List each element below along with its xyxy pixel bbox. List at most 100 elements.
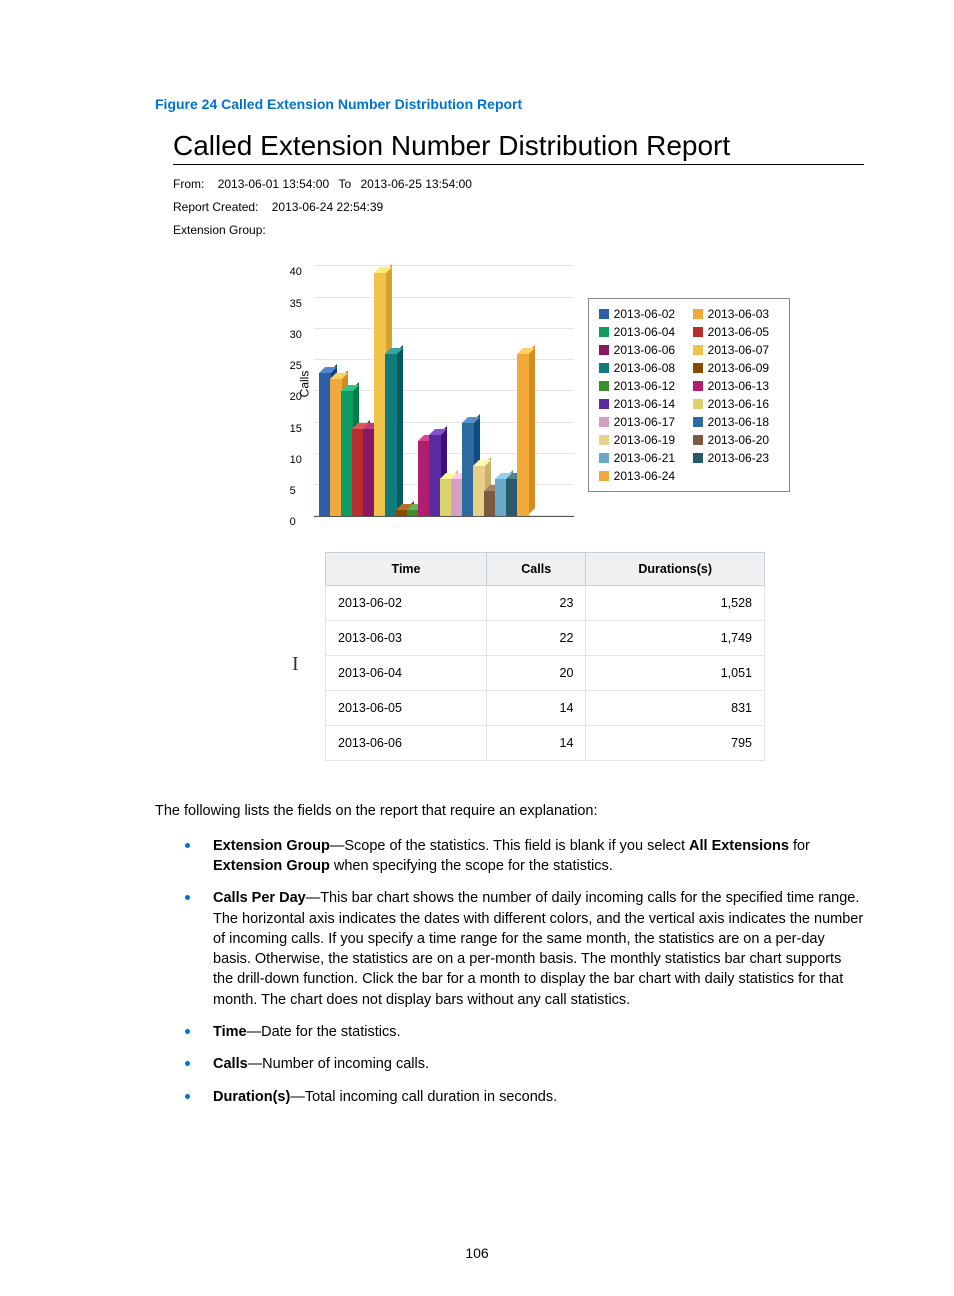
cell-duration: 1,528	[586, 586, 765, 621]
to-value: 2013-06-25 13:54:00	[361, 177, 472, 191]
table-body: 2013-06-02231,5282013-06-03221,7492013-0…	[326, 586, 765, 761]
legend-label: 2013-06-03	[708, 307, 769, 321]
text-cursor-icon: I	[292, 653, 299, 676]
chart-bar[interactable]	[517, 354, 529, 517]
cell-duration: 831	[586, 691, 765, 726]
legend-item: 2013-06-02	[599, 307, 685, 321]
table-row: 2013-06-0614795	[326, 726, 765, 761]
y-tick: 30	[290, 329, 302, 341]
y-tick: 10	[290, 454, 302, 466]
y-tick: 5	[290, 485, 296, 497]
y-tick: 20	[290, 391, 302, 403]
legend-item: 2013-06-16	[693, 397, 779, 411]
y-tick: 0	[290, 516, 296, 528]
report-title: Called Extension Number Distribution Rep…	[173, 130, 864, 162]
field-text: —Date for the statistics.	[247, 1024, 401, 1040]
field-term: Duration(s)	[213, 1089, 290, 1105]
title-rule	[173, 164, 864, 165]
legend-label: 2013-06-23	[708, 451, 769, 465]
legend-swatch	[599, 309, 609, 319]
legend-swatch	[599, 381, 609, 391]
cell-calls: 20	[487, 656, 586, 691]
table-header-cell: Time	[326, 553, 487, 586]
bar-chart[interactable]: 0510152025303540	[314, 266, 574, 517]
table-row: 2013-06-02231,528	[326, 586, 765, 621]
legend-item: 2013-06-23	[693, 451, 779, 465]
created-value: 2013-06-24 22:54:39	[272, 200, 383, 214]
field-term: Calls Per Day	[213, 890, 306, 906]
legend-item: 2013-06-06	[599, 343, 685, 357]
fields-list: Extension Group—Scope of the statistics.…	[155, 836, 864, 1107]
legend-item: 2013-06-03	[693, 307, 779, 321]
from-value: 2013-06-01 13:54:00	[218, 177, 329, 191]
description-intro: The following lists the fields on the re…	[155, 801, 864, 821]
legend-label: 2013-06-18	[708, 415, 769, 429]
document-page: Figure 24 Called Extension Number Distri…	[0, 0, 954, 1296]
legend-swatch	[693, 435, 703, 445]
report-meta: From: 2013-06-01 13:54:00 To 2013-06-25 …	[173, 173, 864, 241]
data-table: TimeCallsDurations(s) 2013-06-02231,5282…	[325, 552, 765, 761]
chart-bar[interactable]	[385, 354, 397, 517]
page-number: 106	[0, 1245, 954, 1261]
to-label: To	[338, 177, 351, 191]
legend-swatch	[599, 471, 609, 481]
legend-label: 2013-06-09	[708, 361, 769, 375]
legend-item: 2013-06-07	[693, 343, 779, 357]
created-label: Report Created:	[173, 200, 258, 214]
legend-item: 2013-06-20	[693, 433, 779, 447]
field-item: Duration(s)—Total incoming call duration…	[155, 1087, 864, 1107]
legend-item: 2013-06-13	[693, 379, 779, 393]
legend-label: 2013-06-20	[708, 433, 769, 447]
chart-block: Calls 0510152025303540 2013-06-022013-06…	[291, 266, 864, 517]
legend-swatch	[599, 327, 609, 337]
cell-duration: 795	[586, 726, 765, 761]
legend-label: 2013-06-08	[614, 361, 675, 375]
cell-duration: 1,051	[586, 656, 765, 691]
legend-label: 2013-06-12	[614, 379, 675, 393]
legend-swatch	[693, 453, 703, 463]
legend-swatch	[599, 435, 609, 445]
field-item: Calls—Number of incoming calls.	[155, 1054, 864, 1074]
field-item: Extension Group—Scope of the statistics.…	[155, 836, 864, 877]
legend-item: 2013-06-14	[599, 397, 685, 411]
legend-label: 2013-06-17	[614, 415, 675, 429]
table-header-row: TimeCallsDurations(s)	[326, 553, 765, 586]
field-term: Calls	[213, 1056, 248, 1072]
field-text: —This bar chart shows the number of dail…	[213, 890, 863, 1007]
y-tick: 40	[290, 266, 302, 278]
legend-item: 2013-06-04	[599, 325, 685, 339]
cell-calls: 23	[487, 586, 586, 621]
figure-caption: Figure 24 Called Extension Number Distri…	[155, 96, 864, 112]
legend-item: 2013-06-09	[693, 361, 779, 375]
table-header-cell: Calls	[487, 553, 586, 586]
legend-item: 2013-06-24	[599, 469, 685, 483]
description-section: The following lists the fields on the re…	[155, 801, 864, 1107]
legend-item: 2013-06-18	[693, 415, 779, 429]
legend-label: 2013-06-14	[614, 397, 675, 411]
ext-group-label: Extension Group:	[173, 223, 266, 237]
cell-calls: 14	[487, 691, 586, 726]
field-term: Time	[213, 1024, 247, 1040]
cell-calls: 14	[487, 726, 586, 761]
y-tick: 35	[290, 298, 302, 310]
legend-item: 2013-06-19	[599, 433, 685, 447]
legend-swatch	[599, 453, 609, 463]
field-item: Calls Per Day—This bar chart shows the n…	[155, 888, 864, 1010]
legend-swatch	[693, 309, 703, 319]
legend-swatch	[693, 417, 703, 427]
legend-swatch	[693, 327, 703, 337]
legend-swatch	[693, 381, 703, 391]
legend-item: 2013-06-08	[599, 361, 685, 375]
legend-item: 2013-06-12	[599, 379, 685, 393]
legend-swatch	[599, 363, 609, 373]
legend-label: 2013-06-02	[614, 307, 675, 321]
cell-time: 2013-06-04	[326, 656, 487, 691]
legend-item: 2013-06-21	[599, 451, 685, 465]
cell-time: 2013-06-02	[326, 586, 487, 621]
field-term: Extension Group	[213, 838, 330, 854]
legend-label: 2013-06-05	[708, 325, 769, 339]
cell-time: 2013-06-03	[326, 621, 487, 656]
legend-label: 2013-06-13	[708, 379, 769, 393]
legend-swatch	[693, 399, 703, 409]
table-row: 2013-06-04201,051	[326, 656, 765, 691]
